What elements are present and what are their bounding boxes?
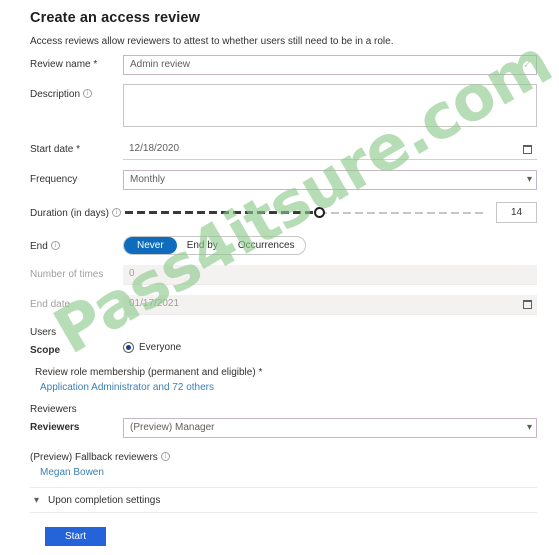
reviewers-section-label: Reviewers	[30, 404, 77, 415]
scope-radio-everyone[interactable]: Everyone	[123, 341, 537, 353]
role-membership-label: Review role membership (permanent and el…	[35, 367, 263, 378]
scope-label: Scope	[30, 345, 61, 356]
row-duration: Duration (in days) 14	[30, 202, 537, 223]
info-icon[interactable]	[50, 240, 60, 250]
row-number-of-times: Number of times 0	[30, 265, 537, 285]
radio-icon[interactable]	[123, 342, 134, 353]
page-subtitle: Access reviews allow reviewers to attest…	[30, 36, 394, 47]
slider-remaining-track	[318, 211, 484, 214]
end-date-label: End date	[30, 299, 71, 310]
row-reviewers: Reviewers (Preview) Manager ▾	[30, 418, 537, 438]
duration-label: Duration (in days)	[30, 207, 109, 219]
slider-filled-track	[125, 211, 319, 214]
end-mode-toggle: Never End by Occurrences	[123, 236, 306, 255]
fallback-reviewer-link[interactable]: Megan Bowen	[30, 467, 537, 478]
reviewers-field-wrap: (Preview) Manager ▾	[123, 418, 537, 438]
frequency-field-wrap: Monthly ▾	[123, 170, 537, 190]
users-section-label: Users	[30, 327, 57, 338]
accordion-label: Upon completion settings	[48, 494, 161, 506]
start-date-label: Start date *	[30, 144, 81, 155]
duration-value-input[interactable]: 14	[496, 202, 537, 223]
scope-option-label: Everyone	[139, 342, 182, 353]
row-start-date: Start date * 12/18/2020	[30, 140, 537, 160]
start-button[interactable]: Start	[45, 527, 106, 546]
info-icon[interactable]	[111, 207, 121, 217]
role-membership-link[interactable]: Application Administrator and 72 others	[30, 382, 537, 393]
reviewers-label: Reviewers	[30, 422, 80, 433]
chevron-down-icon[interactable]: ▾	[527, 418, 532, 438]
row-end: End Never End by Occurrences	[30, 236, 537, 255]
description-label: Description	[30, 89, 81, 100]
end-date-input: 01/17/2021	[123, 295, 537, 315]
fallback-reviewers-label: (Preview) Fallback reviewers	[30, 452, 158, 463]
end-option-never[interactable]: Never	[124, 237, 177, 254]
duration-slider[interactable]	[125, 205, 484, 221]
row-end-date: End date 01/17/2021	[30, 295, 537, 315]
end-option-occurrences[interactable]: Occurrences	[228, 237, 305, 254]
review-name-input[interactable]: Admin review	[123, 55, 537, 75]
reviewers-select[interactable]: (Preview) Manager	[123, 418, 537, 438]
end-label: End	[30, 241, 48, 252]
start-date-field-wrap: 12/18/2020	[123, 140, 537, 160]
calendar-icon	[523, 295, 532, 315]
check-icon: ✓	[522, 59, 532, 71]
info-icon[interactable]	[160, 451, 170, 461]
upon-completion-settings-accordion[interactable]: ▾ Upon completion settings	[30, 488, 537, 513]
number-of-times-input: 0	[123, 265, 537, 285]
end-option-end-by[interactable]: End by	[177, 237, 228, 254]
review-name-field-wrap: Admin review ✓	[123, 55, 537, 75]
row-description: Description	[30, 84, 537, 127]
row-review-name: Review name * Admin review ✓	[30, 55, 537, 75]
frequency-label: Frequency	[30, 174, 78, 185]
end-date-field-wrap: 01/17/2021	[123, 295, 537, 315]
row-scope: Scope Everyone	[30, 341, 537, 357]
chevron-down-icon[interactable]: ▾	[527, 170, 532, 190]
number-of-times-label: Number of times	[30, 269, 104, 280]
info-icon[interactable]	[83, 88, 93, 98]
calendar-icon[interactable]	[523, 140, 532, 160]
create-access-review-form: Create an access review Access reviews a…	[0, 0, 559, 555]
page-title: Create an access review	[30, 10, 200, 26]
slider-thumb[interactable]	[313, 206, 325, 218]
number-of-times-field-wrap: 0	[123, 265, 537, 285]
start-date-input[interactable]: 12/18/2020	[123, 140, 537, 160]
review-name-label: Review name *	[30, 59, 98, 70]
chevron-down-icon: ▾	[34, 494, 40, 506]
row-frequency: Frequency Monthly ▾	[30, 170, 537, 190]
frequency-select[interactable]: Monthly	[123, 170, 537, 190]
description-input[interactable]	[123, 84, 537, 127]
